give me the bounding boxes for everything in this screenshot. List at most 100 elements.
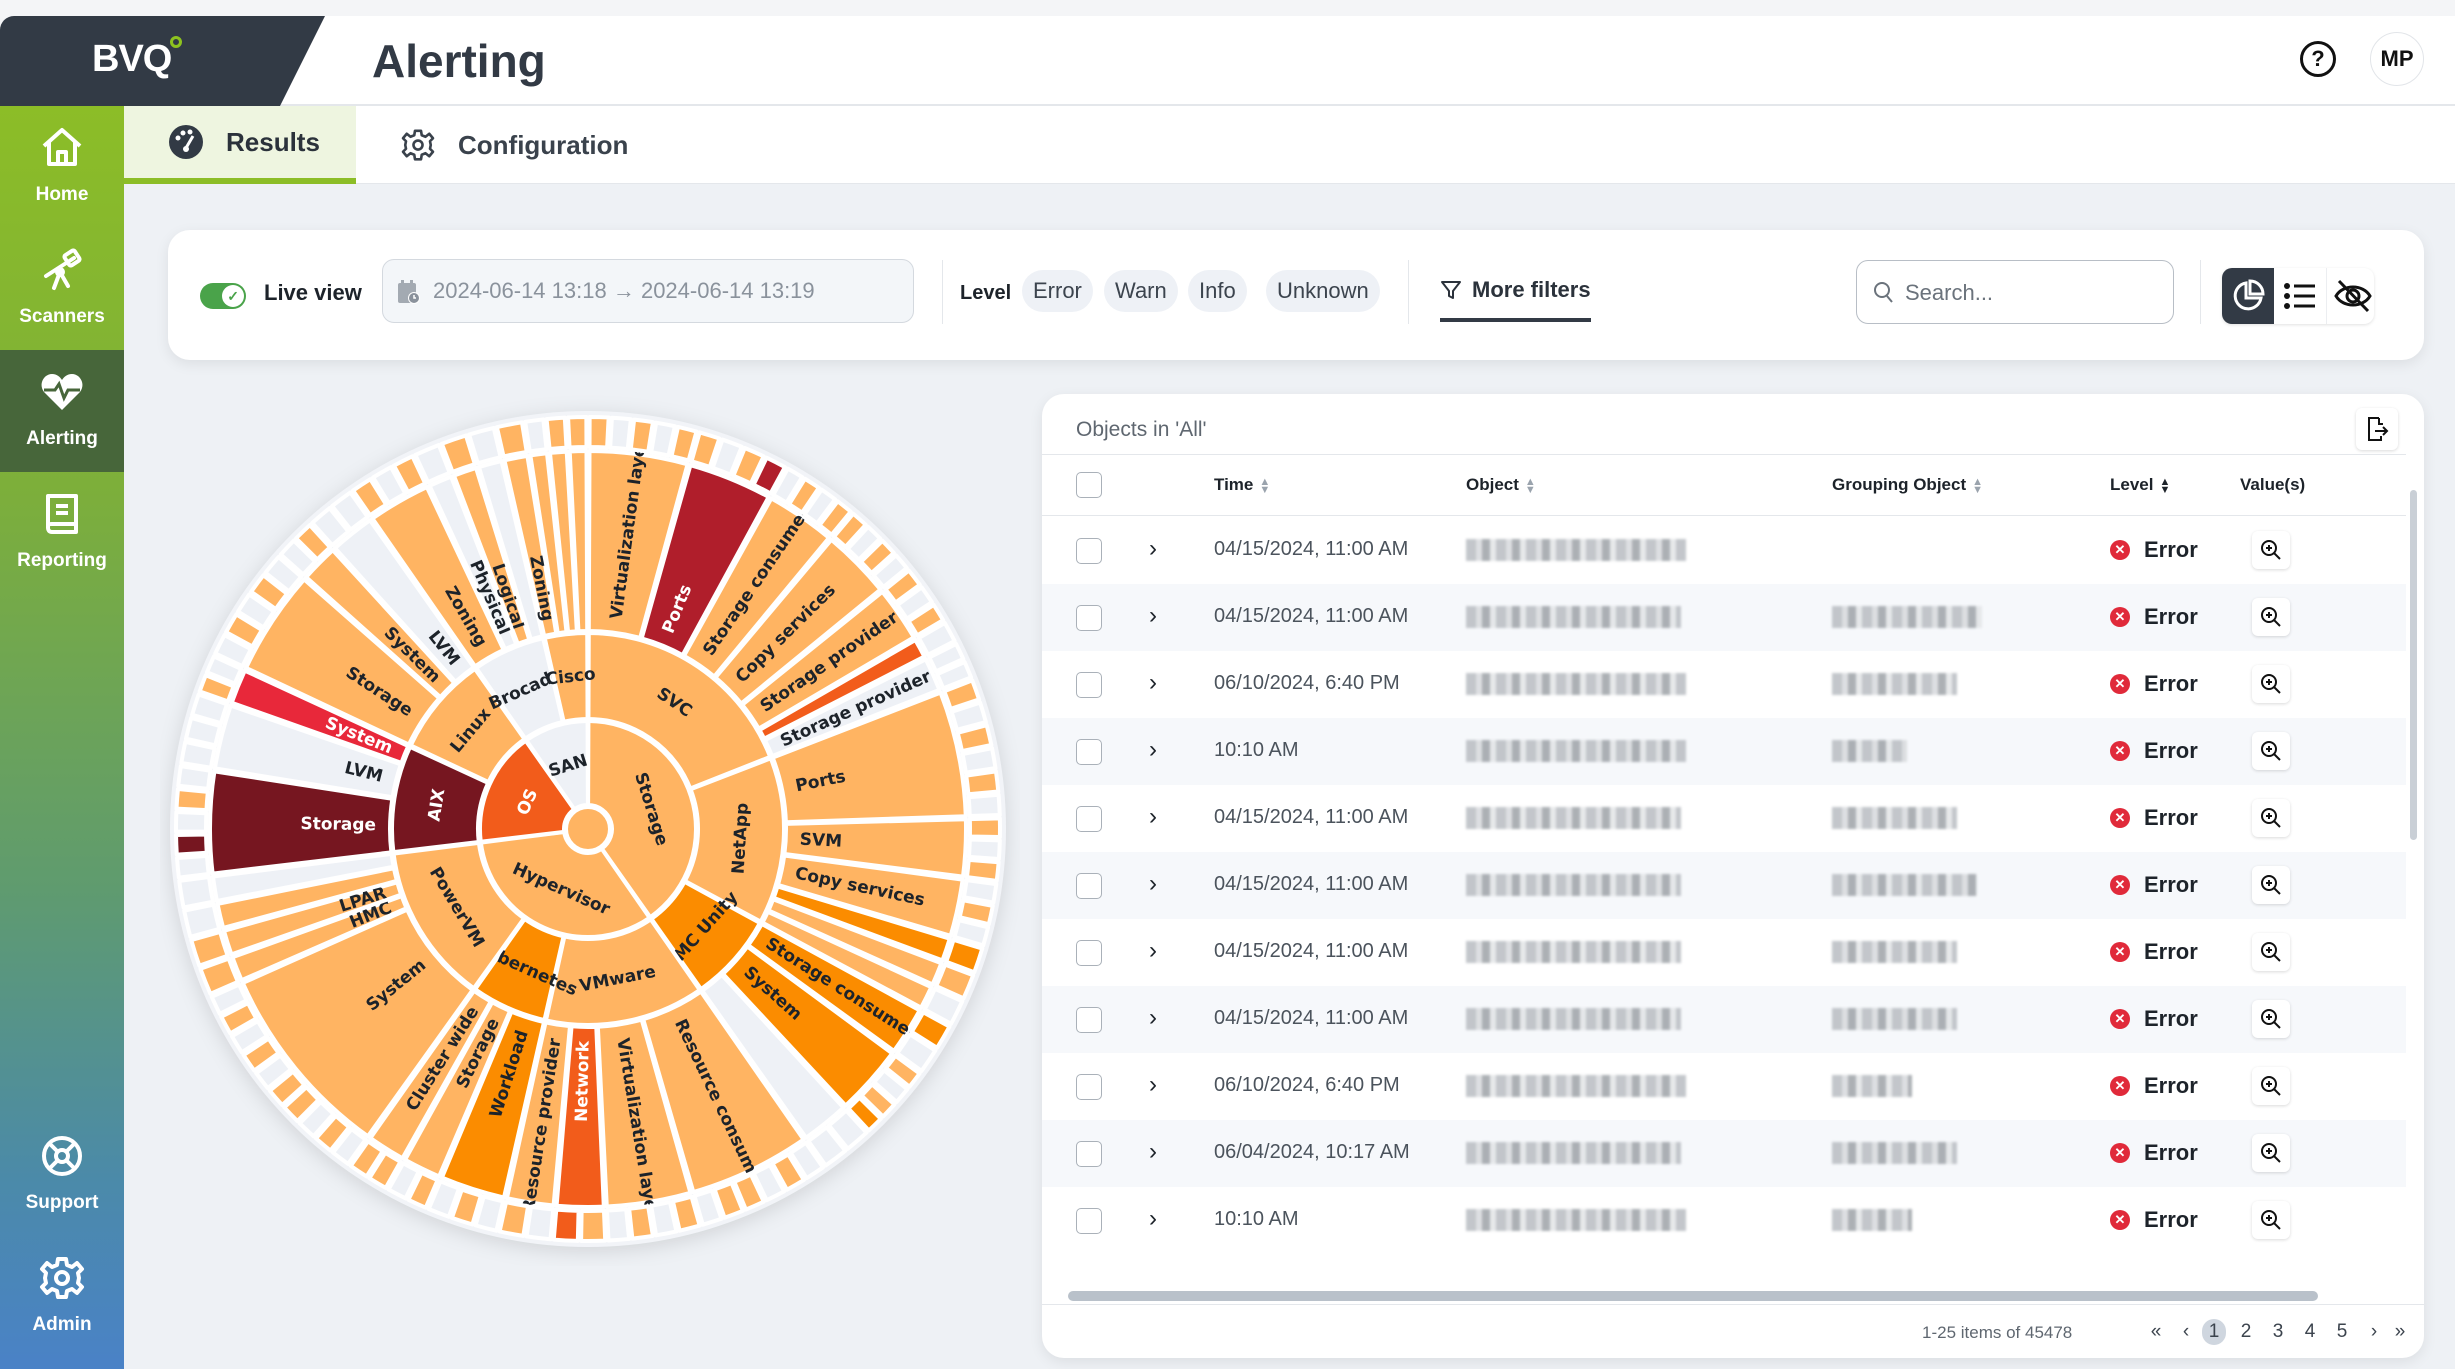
expand-row-chevron-icon[interactable]: › xyxy=(1149,937,1157,965)
expand-row-chevron-icon[interactable]: › xyxy=(1149,669,1157,697)
row-checkbox[interactable] xyxy=(1076,739,1102,765)
sunburst-outer-tile[interactable] xyxy=(523,417,549,454)
level-chip-warn[interactable]: Warn xyxy=(1104,270,1178,312)
sunburst-outer-tile[interactable] xyxy=(627,1204,655,1241)
sunburst-outer-tile[interactable] xyxy=(174,832,209,857)
expand-row-chevron-icon[interactable]: › xyxy=(1149,1004,1157,1032)
sunburst-center[interactable] xyxy=(564,805,612,853)
first-page-button[interactable]: « xyxy=(2144,1319,2168,1345)
sunburst-outer-tile[interactable] xyxy=(494,420,529,459)
view-values-button[interactable] xyxy=(2252,732,2290,770)
more-filters-button[interactable]: More filters xyxy=(1440,266,1591,322)
row-checkbox[interactable] xyxy=(1076,1007,1102,1033)
scroll-thumb[interactable] xyxy=(1068,1291,2318,1301)
view-values-button[interactable] xyxy=(2252,933,2290,971)
vertical-scrollbar[interactable] xyxy=(2406,474,2420,1254)
sunburst-outer-tile[interactable] xyxy=(182,902,222,939)
column-header-level[interactable]: Level ▲ ▼ xyxy=(2110,475,2170,495)
row-checkbox[interactable] xyxy=(1076,1074,1102,1100)
sunburst-outer-tile[interactable] xyxy=(608,415,633,452)
row-checkbox[interactable] xyxy=(1076,538,1102,564)
expand-row-chevron-icon[interactable]: › xyxy=(1149,1205,1157,1233)
row-checkbox[interactable] xyxy=(1076,873,1102,899)
next-page-button[interactable]: › xyxy=(2362,1319,2386,1345)
sunburst-outer-tile[interactable] xyxy=(628,417,655,454)
table-row[interactable]: › 04/15/2024, 11:00 AM ✕ Error xyxy=(1042,919,2406,986)
sunburst-outer-tile[interactable] xyxy=(497,1200,531,1238)
row-checkbox[interactable] xyxy=(1076,672,1102,698)
sunburst-outer-tile[interactable] xyxy=(964,769,1001,797)
expand-row-chevron-icon[interactable]: › xyxy=(1149,736,1157,764)
sunburst-outer-tile[interactable] xyxy=(605,1207,632,1243)
sidebar-item-alerting[interactable]: Alerting xyxy=(0,350,124,472)
scroll-thumb[interactable] xyxy=(2410,490,2417,840)
table-row[interactable]: › 04/15/2024, 11:00 AM ✕ Error xyxy=(1042,785,2406,852)
table-row[interactable]: › 10:10 AM ✕ Error xyxy=(1042,1187,2406,1254)
sidebar-item-scanners[interactable]: Scanners xyxy=(0,228,124,350)
expand-row-chevron-icon[interactable]: › xyxy=(1149,870,1157,898)
expand-row-chevron-icon[interactable]: › xyxy=(1149,535,1157,563)
view-values-button[interactable] xyxy=(2252,665,2290,703)
sunburst-outer-tile[interactable] xyxy=(177,875,215,910)
sunburst-outer-tile[interactable] xyxy=(961,878,999,905)
date-range-picker[interactable]: 2024-06-14 13:18 → 2024-06-14 13:19 xyxy=(382,259,914,323)
hide-view-button[interactable] xyxy=(2326,268,2374,324)
page-5-button[interactable]: 5 xyxy=(2330,1319,2354,1345)
sunburst-outer-tile[interactable] xyxy=(649,1200,679,1238)
sunburst-outer-tile[interactable] xyxy=(524,1204,556,1242)
table-row[interactable]: › 06/10/2024, 6:40 PM ✕ Error xyxy=(1042,1053,2406,1120)
view-values-button[interactable] xyxy=(2252,1000,2290,1038)
level-chip-unknown[interactable]: Unknown xyxy=(1266,270,1380,312)
level-chip-info[interactable]: Info xyxy=(1188,270,1247,312)
sidebar-item-reporting[interactable]: Reporting xyxy=(0,472,124,594)
sunburst-outer-tile[interactable] xyxy=(966,792,1002,819)
expand-row-chevron-icon[interactable]: › xyxy=(1149,1071,1157,1099)
view-values-button[interactable] xyxy=(2252,799,2290,837)
sunburst-outer-tile[interactable] xyxy=(176,764,213,791)
column-header-grouping-object[interactable]: Grouping Object ▲ ▼ xyxy=(1832,475,1983,495)
page-4-button[interactable]: 4 xyxy=(2298,1319,2322,1345)
user-avatar[interactable]: MP xyxy=(2370,32,2424,86)
table-row[interactable]: › 10:10 AM ✕ Error xyxy=(1042,718,2406,785)
expand-row-chevron-icon[interactable]: › xyxy=(1149,803,1157,831)
live-view-toggle[interactable]: ✓ xyxy=(200,283,246,309)
chart-view-button[interactable] xyxy=(2222,268,2274,324)
sunburst-outer-tile[interactable] xyxy=(579,1208,608,1243)
view-values-button[interactable] xyxy=(2252,866,2290,904)
sunburst-outer-tile[interactable] xyxy=(174,809,209,834)
prev-page-button[interactable]: ‹ xyxy=(2174,1319,2198,1345)
sunburst-outer-tile[interactable] xyxy=(544,415,569,451)
column-header-object[interactable]: Object ▲ ▼ xyxy=(1466,475,1536,495)
table-row[interactable]: › 04/15/2024, 11:00 AM ✕ Error xyxy=(1042,852,2406,919)
sunburst-outer-tile[interactable] xyxy=(551,1207,581,1243)
sidebar-item-support[interactable]: Support xyxy=(0,1114,124,1236)
page-3-button[interactable]: 3 xyxy=(2266,1319,2290,1345)
view-values-button[interactable] xyxy=(2252,1067,2290,1105)
sunburst-outer-tile[interactable] xyxy=(967,816,1002,840)
sunburst-outer-tile[interactable] xyxy=(964,857,1001,883)
sunburst-outer-tile[interactable] xyxy=(174,787,210,813)
page-1-button[interactable]: 1 xyxy=(2202,1319,2226,1345)
search-input[interactable]: Search... xyxy=(1856,260,2174,324)
row-checkbox[interactable] xyxy=(1076,1208,1102,1234)
help-button[interactable]: ? xyxy=(2300,41,2336,77)
sidebar-item-admin[interactable]: Admin xyxy=(0,1236,124,1358)
list-view-button[interactable] xyxy=(2274,268,2326,324)
tab-configuration[interactable]: Configuration xyxy=(400,106,628,184)
sunburst-outer-tile[interactable] xyxy=(566,415,589,450)
logo-block[interactable]: BVQ xyxy=(0,16,325,106)
table-row[interactable]: › 04/15/2024, 11:00 AM ✕ Error xyxy=(1042,517,2406,584)
row-checkbox[interactable] xyxy=(1076,605,1102,631)
last-page-button[interactable]: » xyxy=(2388,1319,2412,1345)
select-all-checkbox[interactable] xyxy=(1076,472,1102,498)
view-values-button[interactable] xyxy=(2252,1201,2290,1239)
tab-results[interactable]: Results xyxy=(124,106,356,184)
row-checkbox[interactable] xyxy=(1076,806,1102,832)
expand-row-chevron-icon[interactable]: › xyxy=(1149,602,1157,630)
sunburst-outer-tile[interactable] xyxy=(175,853,211,880)
sunburst-outer-tile[interactable] xyxy=(960,746,998,775)
sunburst-outer-tile[interactable] xyxy=(587,415,611,450)
table-row[interactable]: › 06/04/2024, 10:17 AM ✕ Error xyxy=(1042,1120,2406,1187)
sunburst-outer-tile[interactable] xyxy=(966,837,1002,861)
table-row[interactable]: › 04/15/2024, 11:00 AM ✕ Error xyxy=(1042,584,2406,651)
